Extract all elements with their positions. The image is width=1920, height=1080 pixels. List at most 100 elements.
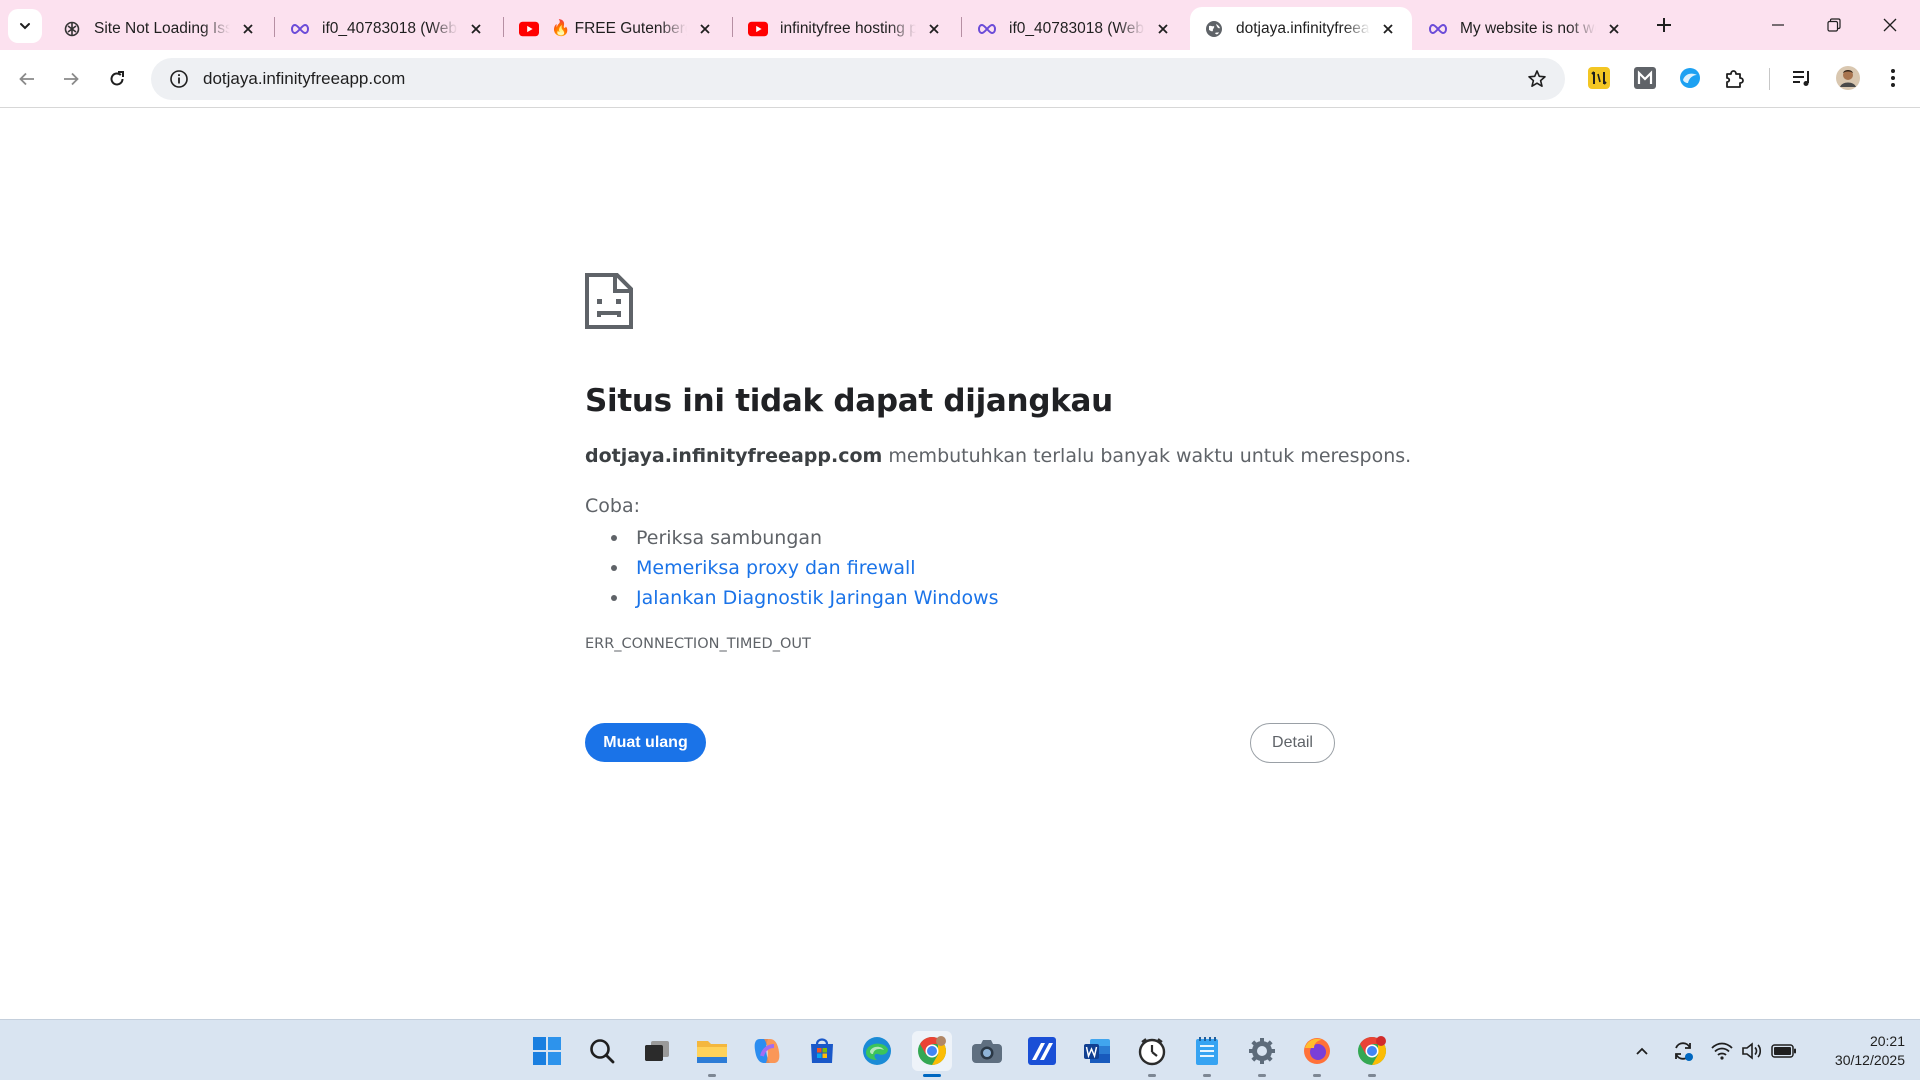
wifi-icon[interactable] [1709, 1038, 1735, 1064]
chrome-button[interactable] [912, 1031, 952, 1077]
tab-search-button[interactable] [8, 9, 42, 43]
app-button[interactable] [1022, 1031, 1062, 1071]
task-view-icon [645, 1041, 669, 1061]
details-button[interactable]: Detail [1250, 723, 1335, 763]
tab-separator [503, 17, 504, 37]
firefox-button[interactable] [1297, 1031, 1337, 1077]
globe-icon [1204, 19, 1224, 39]
suggestion-run-diagnostics-link[interactable]: Jalankan Diagnostik Jaringan Windows [636, 583, 999, 613]
tab-title: if0_40783018 (Website) [1009, 19, 1145, 37]
edge-icon [863, 1037, 891, 1065]
tab-my-website-not-working[interactable]: My website is not working [1414, 7, 1638, 50]
translate-extension-icon[interactable] [1585, 64, 1613, 92]
battery-icon[interactable] [1771, 1038, 1797, 1064]
notepad-icon [1196, 1037, 1218, 1065]
camera-button[interactable] [967, 1031, 1007, 1071]
tab-youtube-gutenberg[interactable]: 🔥 FREE Gutenberg Website [505, 7, 729, 50]
settings-button[interactable] [1242, 1031, 1282, 1077]
running-indicator [708, 1074, 716, 1077]
tab-separator [961, 17, 962, 37]
tab-separator [732, 17, 733, 37]
back-button[interactable] [9, 61, 45, 97]
chrome-profile-button[interactable] [1352, 1031, 1392, 1077]
error-description: dotjaya.infinityfreeapp.com membutuhkan … [585, 445, 1411, 467]
windows-start-icon [533, 1037, 561, 1065]
menu-kebab-icon[interactable] [1879, 64, 1907, 92]
restore-icon [1827, 18, 1841, 32]
close-icon[interactable] [236, 17, 260, 41]
notepad-button[interactable] [1187, 1031, 1227, 1077]
firefox-icon [1304, 1038, 1330, 1064]
suggestion-check-connection: Periksa sambungan [636, 527, 823, 549]
page-content: Situs ini tidak dapat dijangkau dotjaya.… [0, 109, 1920, 1019]
error-message: membutuhkan terlalu banyak waktu untuk m… [888, 445, 1412, 467]
bookmark-star-icon[interactable] [1517, 69, 1557, 89]
microsoft-store-button[interactable] [802, 1031, 842, 1071]
m-extension-icon[interactable] [1631, 64, 1659, 92]
profile-avatar[interactable] [1834, 64, 1862, 92]
arrow-right-icon [64, 72, 79, 86]
clock-time: 20:21 [1869, 1033, 1905, 1049]
error-title: Situs ini tidak dapat dijangkau [585, 383, 1113, 419]
clock-app-button[interactable] [1132, 1031, 1172, 1077]
tab-separator [274, 17, 275, 37]
close-icon[interactable] [1151, 17, 1175, 41]
new-tab-button[interactable] [1650, 11, 1678, 39]
close-icon[interactable] [464, 17, 488, 41]
cloud-extension-icon[interactable] [1676, 64, 1704, 92]
youtube-icon [519, 19, 539, 39]
bullet-icon [611, 595, 617, 601]
volume-icon[interactable] [1739, 1038, 1765, 1064]
youtube-icon [748, 19, 768, 39]
app-icon [1028, 1037, 1056, 1065]
arrow-left-icon [19, 72, 34, 86]
toolbar-separator [1769, 68, 1770, 90]
word-button[interactable] [1077, 1031, 1117, 1071]
forward-button[interactable] [53, 61, 89, 97]
tab-infinityfree-account-2[interactable]: if0_40783018 (Website) [963, 7, 1187, 50]
tab-site-not-loading[interactable]: Site Not Loading Issue [48, 7, 272, 50]
close-window-button[interactable] [1862, 0, 1918, 50]
running-indicator [1148, 1074, 1156, 1077]
suggestion-check-proxy-link[interactable]: Memeriksa proxy dan firewall [636, 553, 916, 583]
close-icon[interactable] [1376, 17, 1400, 41]
media-control-icon[interactable] [1788, 64, 1816, 92]
infinity-icon [1428, 19, 1448, 39]
close-icon[interactable] [1602, 17, 1626, 41]
tab-title: if0_40783018 (Website) [322, 19, 458, 37]
task-view-button[interactable] [637, 1031, 677, 1071]
search-icon [590, 1039, 615, 1064]
copilot-button[interactable] [747, 1031, 787, 1071]
system-clock[interactable]: 20:21 30/12/2025 [1815, 1032, 1905, 1070]
infinity-icon [290, 19, 310, 39]
tab-infinityfree-account[interactable]: if0_40783018 (Website) [276, 7, 500, 50]
tab-youtube-infinityfree[interactable]: infinityfree hosting problem [734, 7, 958, 50]
restore-button[interactable] [1806, 0, 1862, 50]
chrome-red-icon [1358, 1036, 1386, 1065]
extensions-puzzle-icon[interactable] [1721, 64, 1749, 92]
infinity-icon [977, 19, 997, 39]
suggestion-item: Memeriksa proxy dan firewall [611, 553, 999, 583]
sync-tray-icon[interactable] [1670, 1038, 1696, 1064]
close-icon[interactable] [922, 17, 946, 41]
sad-page-icon [585, 273, 633, 329]
show-hidden-icons-button[interactable] [1629, 1038, 1655, 1064]
edge-button[interactable] [857, 1031, 897, 1071]
site-info-icon[interactable] [159, 69, 199, 89]
bullet-icon [611, 565, 617, 571]
clock-date: 30/12/2025 [1834, 1052, 1905, 1068]
taskbar-search-button[interactable] [582, 1031, 622, 1071]
close-icon [1883, 18, 1897, 32]
tab-title: Site Not Loading Issue [94, 19, 230, 37]
file-explorer-button[interactable] [692, 1031, 732, 1077]
address-bar[interactable]: dotjaya.infinityfreeapp.com [151, 58, 1565, 100]
reload-page-button[interactable]: Muat ulang [585, 723, 706, 762]
url-text[interactable]: dotjaya.infinityfreeapp.com [203, 69, 1517, 89]
tab-dotjaya-active[interactable]: dotjaya.infinityfreeapp.com [1190, 7, 1412, 50]
close-icon[interactable] [693, 17, 717, 41]
running-indicator [1203, 1074, 1211, 1077]
minimize-button[interactable] [1750, 0, 1806, 50]
start-button[interactable] [527, 1031, 567, 1071]
reload-icon [110, 71, 124, 86]
reload-button[interactable] [99, 61, 135, 97]
